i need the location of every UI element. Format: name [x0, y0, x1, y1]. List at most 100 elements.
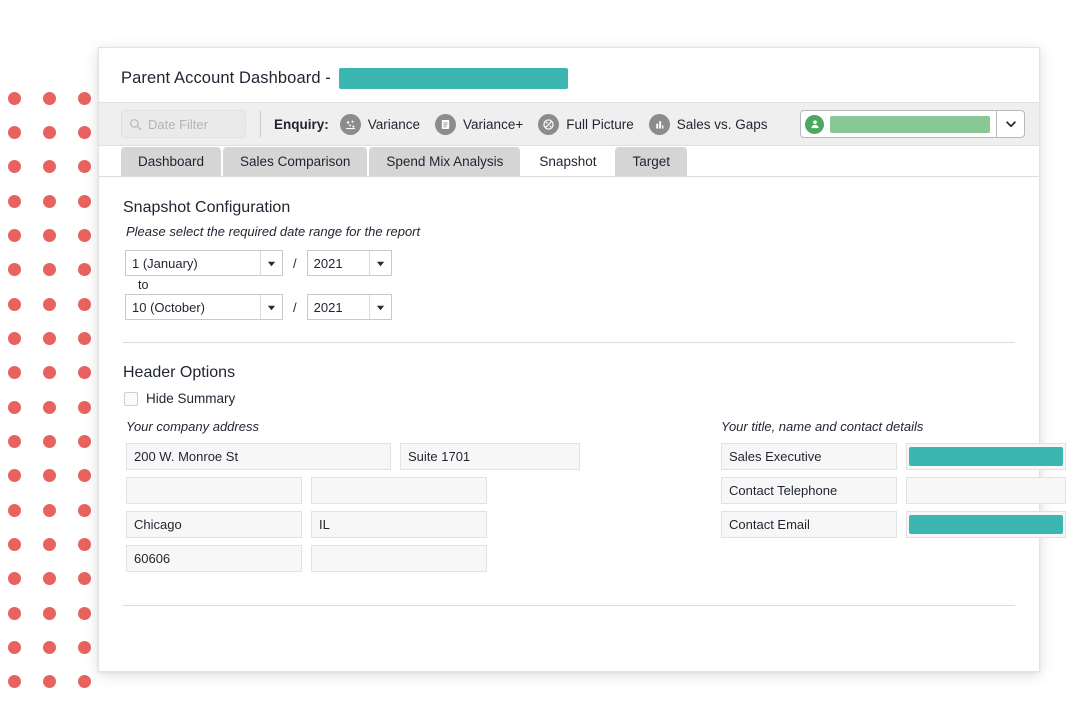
dot: [43, 229, 56, 242]
dot-row: [8, 229, 91, 242]
dot: [8, 504, 21, 517]
enquiry-item-variance[interactable]: Variance: [339, 113, 420, 135]
dot-row: [8, 160, 91, 173]
search-icon: [129, 118, 142, 130]
dot: [8, 675, 21, 688]
snapshot-configuration-title: Snapshot Configuration: [123, 199, 291, 216]
tab-snapshot[interactable]: Snapshot: [522, 147, 614, 176]
dot: [43, 469, 56, 482]
address-zip-field[interactable]: 60606: [126, 545, 302, 572]
dot-group: [8, 607, 91, 688]
date-separator: /: [293, 299, 297, 315]
caret-down-icon: [368, 251, 391, 275]
address-row: [126, 477, 589, 504]
from-year-select[interactable]: 2021: [306, 250, 392, 276]
page-root: Parent Account Dashboard - Date Filter E…: [0, 0, 1080, 720]
enquiry-label: Enquiry:: [274, 116, 329, 132]
company-address-hint: Your company address: [126, 419, 259, 434]
to-year-select[interactable]: 2021: [306, 294, 392, 320]
dot: [78, 675, 91, 688]
dot: [78, 504, 91, 517]
redacted-contact-email: [909, 515, 1063, 534]
dot-group: [8, 504, 91, 585]
contact-email-field[interactable]: Contact Email: [721, 511, 897, 538]
address-line2-field[interactable]: [311, 477, 487, 504]
dot: [43, 332, 56, 345]
dot: [8, 366, 21, 379]
dot-group: [8, 401, 91, 482]
user-icon: [805, 114, 824, 134]
redacted-account-value: [830, 115, 990, 133]
contact-email-value[interactable]: [906, 511, 1066, 538]
dot: [8, 263, 21, 276]
dot-row: [8, 263, 91, 276]
date-separator: /: [293, 255, 297, 271]
section-divider: [123, 342, 1015, 343]
from-month-value: 1 (January): [132, 255, 198, 271]
contact-title-value[interactable]: [906, 443, 1066, 470]
date-filter-input[interactable]: Date Filter: [121, 110, 246, 138]
caret-down-icon: [368, 295, 391, 319]
tab-target[interactable]: Target: [615, 147, 687, 176]
dot: [8, 298, 21, 311]
contact-telephone-field[interactable]: Contact Telephone: [721, 477, 897, 504]
from-month-select[interactable]: 1 (January): [125, 250, 283, 276]
dot: [78, 298, 91, 311]
address-line1-field[interactable]: [126, 477, 302, 504]
dot-row: [8, 641, 91, 654]
bottom-divider: [123, 605, 1015, 606]
dot: [43, 160, 56, 173]
to-year-value: 2021: [313, 299, 343, 315]
tab-spend-mix-analysis[interactable]: Spend Mix Analysis: [369, 147, 521, 176]
enquiry-item-full-picture[interactable]: Full Picture: [538, 113, 634, 135]
dot: [43, 641, 56, 654]
contact-details-column: Your title, name and contact details Sal…: [721, 419, 1075, 579]
date-filter-placeholder: Date Filter: [148, 116, 208, 132]
snapshot-configuration-hint: Please select the required date range fo…: [126, 224, 421, 239]
dot-row: [8, 572, 91, 585]
tab-dashboard[interactable]: Dashboard: [121, 147, 222, 176]
dot: [43, 263, 56, 276]
account-select[interactable]: [800, 110, 1025, 138]
contact-telephone-value[interactable]: [906, 477, 1066, 504]
dot: [43, 366, 56, 379]
address-city-field[interactable]: Chicago: [126, 511, 302, 538]
address-state-field[interactable]: IL: [311, 511, 487, 538]
dot: [43, 435, 56, 448]
dot: [78, 195, 91, 208]
toolbar: Date Filter Enquiry: Variance Variance+ …: [99, 102, 1039, 146]
toolbar-separator: [260, 111, 261, 137]
chevron-down-icon[interactable]: [996, 111, 1024, 137]
contact-row: Sales Executive: [721, 443, 1075, 470]
dot: [78, 263, 91, 276]
from-year-value: 2021: [313, 255, 343, 271]
dot: [8, 401, 21, 414]
address-line1-field[interactable]: 200 W. Monroe St: [126, 443, 391, 470]
contact-title-field[interactable]: Sales Executive: [721, 443, 897, 470]
address-line2-field[interactable]: Suite 1701: [400, 443, 580, 470]
tab-sales-comparison[interactable]: Sales Comparison: [223, 147, 368, 176]
to-month-value: 10 (October): [132, 299, 205, 315]
hide-summary-checkbox[interactable]: [124, 391, 138, 406]
dot-group: [8, 298, 91, 379]
enquiry-item-label: Full Picture: [566, 116, 634, 132]
dot-row: [8, 469, 91, 482]
enquiry-item-variance-plus[interactable]: Variance+: [435, 113, 523, 135]
address-extra-field[interactable]: [311, 545, 487, 572]
pie-icon: [538, 113, 560, 135]
dot: [43, 92, 56, 105]
enquiry-item-sales-vs-gaps[interactable]: Sales vs. Gaps: [648, 113, 768, 135]
dot-row: [8, 607, 91, 620]
page-title: Parent Account Dashboard -: [121, 68, 331, 87]
dot-row: [8, 126, 91, 139]
to-month-select[interactable]: 10 (October): [125, 294, 283, 320]
dot: [8, 641, 21, 654]
decorative-dot-grid: [8, 92, 91, 688]
date-range-to-label: to: [138, 278, 149, 292]
dot: [8, 126, 21, 139]
dot-row: [8, 435, 91, 448]
dot: [78, 538, 91, 551]
company-address-column: Your company address 200 W. Monroe St Su…: [126, 419, 589, 579]
caret-down-icon: [260, 251, 282, 275]
enquiry-item-label: Sales vs. Gaps: [676, 116, 768, 132]
